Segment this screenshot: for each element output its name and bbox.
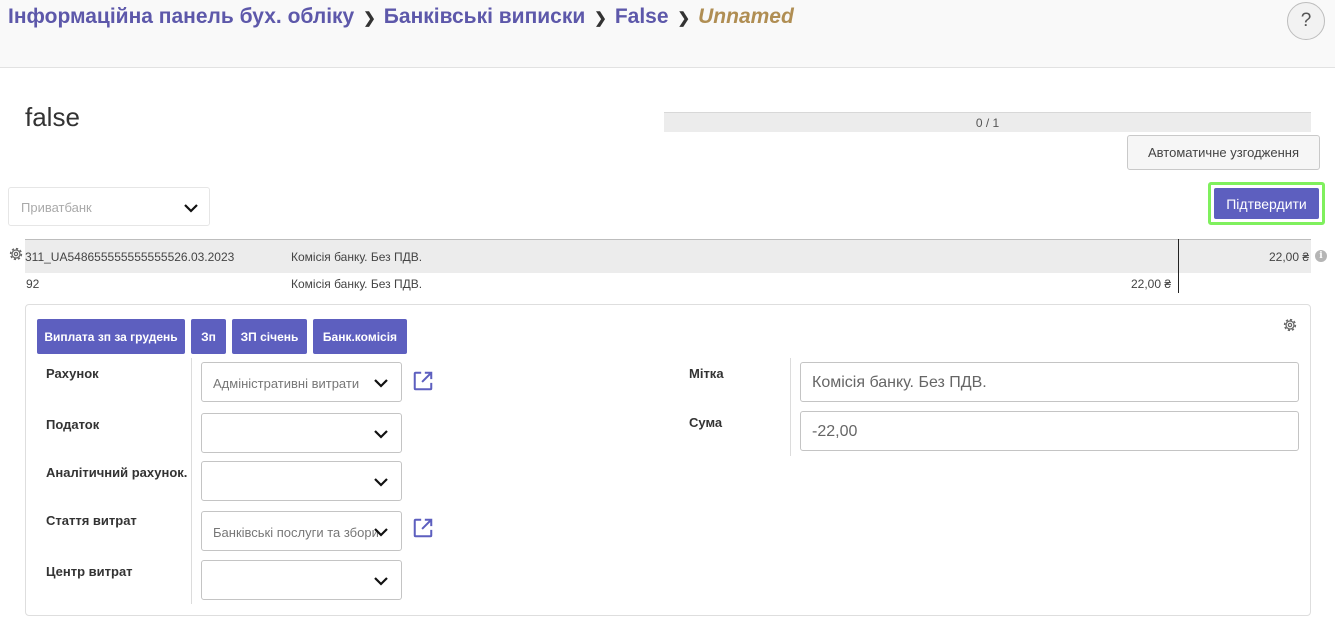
breadcrumb-item-dashboard[interactable]: Інформаційна панель бух. обліку (8, 5, 354, 29)
journal-select-value: Приватбанк (21, 200, 92, 215)
move-line-label[interactable]: Комісія банку. Без ПДВ. (291, 277, 422, 291)
amount-field-label: Сума (689, 415, 723, 430)
gear-icon[interactable] (1281, 316, 1299, 334)
label-field-label: Мітка (689, 366, 724, 381)
external-link-icon[interactable] (412, 517, 434, 539)
page-title: false (25, 102, 80, 132)
move-line-amount: 22,00 ₴ (1131, 277, 1172, 291)
account-select-value: Адміністративні витрати (213, 376, 360, 391)
label-input-value: Комісія банку. Без ПДВ. (812, 374, 987, 391)
statement-line-amount: 22,00 ₴ (1269, 250, 1310, 264)
progress-text: 0 / 1 (975, 116, 1000, 130)
statement-line-label: Комісія банку. Без ПДВ. (291, 250, 423, 264)
label-column-divider (191, 358, 192, 604)
info-icon[interactable]: i (1315, 250, 1327, 262)
account-label: Рахунок (46, 366, 99, 381)
reconcile-model-button[interactable]: Зп (191, 319, 226, 354)
breadcrumb-current: Unnamed (698, 5, 794, 28)
analytic-account-select[interactable] (201, 461, 402, 501)
expense-item-select-value: Банківські послуги та збори (213, 525, 378, 540)
journal-select[interactable]: Приватбанк (8, 187, 210, 226)
move-line-reference: 92 (26, 277, 40, 291)
reconcile-model-button[interactable]: Виплата зп за грудень (37, 319, 185, 354)
label-input[interactable]: Комісія банку. Без ПДВ. (800, 362, 1299, 402)
chevron-right-icon: ❯ (677, 10, 691, 27)
chevron-right-icon: ❯ (363, 10, 376, 27)
external-link-icon[interactable] (412, 370, 434, 392)
confirm-button[interactable]: Підтвердити (1214, 188, 1319, 219)
chevron-down-icon (374, 478, 388, 487)
auto-reconcile-button[interactable]: Автоматичне узгодження (1127, 135, 1320, 170)
reconcile-model-button[interactable]: Банк.комісія (313, 319, 407, 354)
amount-input[interactable]: -22,00 (800, 411, 1299, 451)
gear-icon[interactable] (7, 245, 25, 263)
breadcrumb-item-statements[interactable]: Банківські виписки (384, 5, 585, 29)
label-column-divider (790, 358, 791, 456)
cost-center-label: Центр витрат (46, 564, 133, 579)
chevron-down-icon (374, 528, 388, 537)
chevron-down-icon (374, 430, 388, 439)
cost-center-select[interactable] (201, 560, 402, 600)
expense-item-select[interactable]: Банківські послуги та збори (201, 511, 402, 551)
tax-label: Податок (46, 417, 100, 432)
breadcrumb-item-statement[interactable]: False (615, 5, 669, 29)
chevron-down-icon (184, 204, 198, 213)
chevron-down-icon (374, 379, 388, 388)
chevron-right-icon: ❯ (594, 10, 607, 27)
control-panel: Інформаційна панель бух. обліку ❯ Банків… (0, 0, 1335, 68)
chevron-down-icon (374, 577, 388, 586)
confirm-highlight: Підтвердити (1208, 182, 1325, 225)
expense-item-label: Стаття витрат (46, 513, 137, 528)
account-select[interactable]: Адміністративні витрати (201, 362, 402, 402)
statement-line-reference: 311_UA548655555555555526.03.2023 (25, 250, 235, 264)
amount-divider (1178, 239, 1179, 293)
help-button[interactable]: ? (1287, 2, 1325, 40)
reconcile-progress-bar: 0 / 1 (664, 112, 1311, 132)
analytic-account-label: Аналітичний рахунок. (46, 465, 188, 480)
amount-input-value: -22,00 (812, 423, 858, 440)
reconcile-model-button[interactable]: ЗП січень (232, 319, 307, 354)
breadcrumb: Інформаційна панель бух. обліку ❯ Банків… (8, 5, 794, 29)
tax-select[interactable] (201, 413, 402, 453)
